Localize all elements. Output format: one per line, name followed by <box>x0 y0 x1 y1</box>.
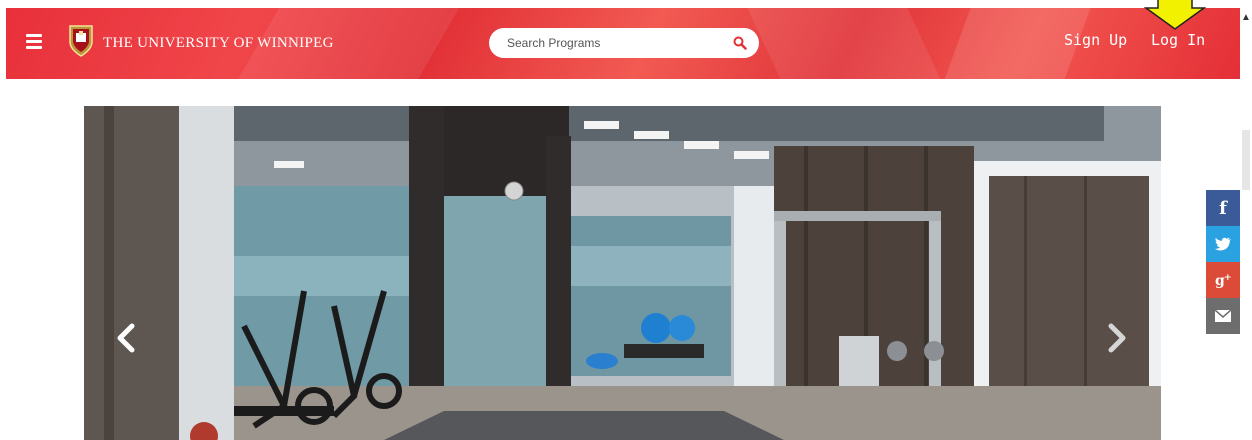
twitter-icon[interactable] <box>1206 226 1240 262</box>
chevron-left-icon[interactable] <box>112 320 140 356</box>
social-share-bar: f g + <box>1206 190 1240 334</box>
google-plus-icon[interactable]: g + <box>1206 262 1240 298</box>
fitness-room-photo <box>84 106 1161 440</box>
svg-text:+: + <box>1224 273 1231 283</box>
hamburger-menu-icon[interactable] <box>26 34 42 50</box>
sign-up-link[interactable]: Sign Up <box>1064 31 1127 49</box>
yellow-arrow-pointer-icon <box>1144 0 1206 30</box>
facebook-icon[interactable]: f <box>1206 190 1240 226</box>
search-input[interactable] <box>507 36 727 50</box>
scrollbar-thumb[interactable] <box>1242 130 1250 190</box>
university-crest-logo[interactable] <box>68 24 94 58</box>
page: THE UNIVERSITY OF WINNIPEG Sign Up Log I… <box>0 0 1252 440</box>
scrollbar-track[interactable] <box>1240 28 1252 440</box>
site-header: THE UNIVERSITY OF WINNIPEG Sign Up Log I… <box>6 8 1240 79</box>
chevron-right-icon[interactable] <box>1103 320 1131 356</box>
university-name[interactable]: THE UNIVERSITY OF WINNIPEG <box>103 35 334 52</box>
header-facet <box>733 8 959 79</box>
email-icon[interactable] <box>1206 298 1240 334</box>
search-icon[interactable] <box>733 36 747 50</box>
log-in-link[interactable]: Log In <box>1151 31 1205 49</box>
hero-carousel <box>84 106 1161 440</box>
search-box <box>489 28 759 58</box>
scroll-up-icon[interactable]: ▲ <box>1240 8 1252 28</box>
